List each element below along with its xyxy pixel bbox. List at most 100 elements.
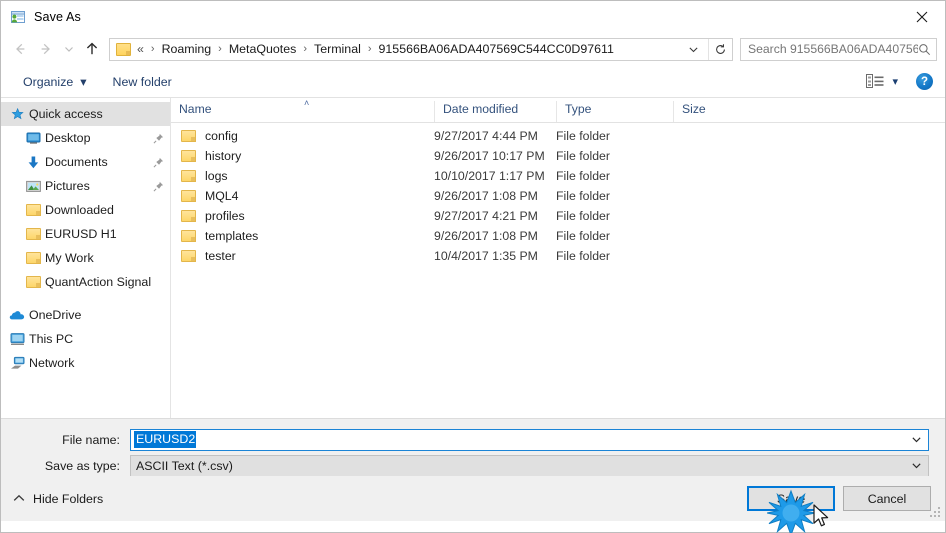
sidebar-item-label: Downloaded	[45, 203, 114, 217]
sidebar-item-network[interactable]: Network	[1, 351, 170, 375]
table-row[interactable]: MQL4 9/26/2017 1:08 PM File folder	[171, 186, 945, 206]
file-name: logs	[205, 169, 228, 183]
dialog-footer: Hide Folders Save Cancel	[1, 476, 945, 521]
forward-button[interactable]	[33, 36, 59, 62]
file-name-cell: history	[171, 149, 434, 163]
file-name-cell: config	[171, 129, 434, 143]
sort-ascending-icon: ˄	[304, 98, 310, 108]
organize-button[interactable]: Organize ▾	[17, 71, 93, 92]
view-layout-icon	[866, 74, 884, 88]
save-button[interactable]: Save	[747, 486, 835, 511]
sidebar-item-desktop[interactable]: Desktop	[1, 126, 170, 150]
file-type: File folder	[556, 129, 610, 143]
sidebar-item-label: Documents	[45, 155, 108, 169]
sidebar-item-pictures[interactable]: Pictures	[1, 174, 170, 198]
breadcrumb-separator: ›	[367, 43, 372, 55]
breadcrumb-roaming[interactable]: Roaming	[161, 42, 213, 56]
folder-icon	[25, 202, 41, 218]
column-header-date-modified[interactable]: Date modified	[434, 101, 556, 122]
sidebar-item-label: My Work	[45, 251, 94, 265]
search-box[interactable]	[740, 37, 937, 61]
sidebar-item-documents[interactable]: Documents	[1, 150, 170, 174]
save-as-type-select[interactable]: ASCII Text (*.csv)	[130, 454, 929, 477]
column-header-size[interactable]: Size	[673, 101, 751, 122]
breadcrumb-metaquotes[interactable]: MetaQuotes	[228, 42, 298, 56]
file-name-dropdown-button[interactable]	[904, 434, 928, 445]
sidebar-item-this-pc[interactable]: This PC	[1, 327, 170, 351]
sidebar-item-my-work[interactable]: My Work	[1, 246, 170, 270]
sidebar-item-label: EURUSD H1	[45, 227, 117, 241]
breadcrumb-terminal[interactable]: Terminal	[313, 42, 362, 56]
back-button[interactable]	[7, 36, 33, 62]
pin-icon[interactable]	[145, 133, 164, 144]
navigation-bar: « › Roaming › MetaQuotes › Terminal › 91…	[1, 32, 945, 66]
close-icon	[916, 11, 928, 22]
save-as-type-dropdown-button[interactable]	[904, 460, 928, 471]
chevron-down-icon	[911, 437, 921, 443]
arrow-up-icon	[86, 42, 98, 55]
chevron-down-icon	[65, 47, 73, 52]
breadcrumb-separator: ›	[218, 43, 222, 55]
folder-icon	[181, 230, 196, 242]
column-headers: Name Date modified Type Size ˄	[171, 98, 945, 123]
file-rows: config 9/27/2017 4:44 PM File folder his…	[171, 123, 945, 418]
file-name-cell: templates	[171, 229, 434, 243]
breadcrumb-terminal-id[interactable]: 915566BA06ADA407569C544CC0D97611	[378, 42, 615, 56]
hide-folders-button[interactable]: Hide Folders	[13, 492, 103, 506]
address-bar[interactable]: « › Roaming › MetaQuotes › Terminal › 91…	[109, 37, 733, 61]
file-date: 9/26/2017 10:17 PM	[434, 149, 545, 163]
help-label: ?	[920, 75, 929, 88]
refresh-button[interactable]	[709, 39, 732, 60]
desktop-icon	[25, 130, 41, 146]
this-pc-icon	[9, 331, 25, 347]
folder-icon	[181, 250, 196, 262]
breadcrumb-overflow[interactable]: «	[136, 42, 145, 56]
recent-locations-button[interactable]	[59, 36, 79, 62]
pin-icon[interactable]	[145, 157, 164, 168]
file-name-input[interactable]: EURUSD2	[130, 428, 929, 451]
table-row[interactable]: profiles 9/27/2017 4:21 PM File folder	[171, 206, 945, 226]
folder-icon	[181, 210, 196, 222]
close-button[interactable]	[899, 1, 945, 32]
sidebar-item-downloaded[interactable]: Downloaded	[1, 198, 170, 222]
sidebar-item-label: OneDrive	[29, 308, 82, 322]
file-name-row: File name: EURUSD2	[17, 428, 929, 451]
file-name-cell: profiles	[171, 209, 434, 223]
file-type: File folder	[556, 229, 610, 243]
pin-icon[interactable]	[145, 181, 164, 192]
help-button[interactable]: ?	[916, 73, 933, 90]
table-row[interactable]: templates 9/26/2017 1:08 PM File folder	[171, 226, 945, 246]
column-header-type[interactable]: Type	[556, 101, 673, 122]
column-header-name[interactable]: Name	[171, 101, 434, 122]
sidebar-item-quantaction-signal[interactable]: QuantAction Signal	[1, 270, 170, 294]
sidebar-item-label: QuantAction Signal	[45, 275, 152, 289]
file-name-cell: tester	[171, 249, 434, 263]
resize-grip-icon[interactable]	[930, 507, 941, 518]
organize-label: Organize	[23, 74, 74, 89]
search-icon	[919, 43, 931, 55]
sidebar-item-label: Quick access	[29, 107, 103, 121]
address-dropdown-button[interactable]	[682, 44, 708, 55]
table-row[interactable]: tester 10/4/2017 1:35 PM File folder	[171, 246, 945, 266]
search-input[interactable]	[748, 42, 918, 56]
sidebar-item-quick-access[interactable]: Quick access	[1, 102, 170, 126]
table-row[interactable]: config 9/27/2017 4:44 PM File folder	[171, 126, 945, 146]
table-row[interactable]: history 9/26/2017 10:17 PM File folder	[171, 146, 945, 166]
sidebar-item-eurusd-h1[interactable]: EURUSD H1	[1, 222, 170, 246]
chevron-down-icon	[689, 46, 698, 52]
view-caret-icon: ▾	[892, 76, 898, 88]
table-row[interactable]: logs 10/10/2017 1:17 PM File folder	[171, 166, 945, 186]
folder-icon	[181, 130, 196, 142]
sidebar-item-onedrive[interactable]: OneDrive	[1, 303, 170, 327]
star-pin-icon	[9, 106, 25, 122]
new-folder-label: New folder	[112, 74, 172, 89]
up-button[interactable]	[79, 36, 105, 62]
file-date: 9/27/2017 4:21 PM	[434, 209, 538, 223]
folder-icon	[116, 42, 131, 56]
save-as-dialog: Save As « › Roaming › MetaQuotes › Termi…	[0, 0, 946, 533]
cancel-button[interactable]: Cancel	[843, 486, 931, 511]
new-folder-button[interactable]: New folder	[107, 72, 178, 92]
folder-icon	[25, 274, 41, 290]
save-label: Save	[776, 491, 806, 506]
change-view-button[interactable]: ▾	[862, 71, 902, 92]
